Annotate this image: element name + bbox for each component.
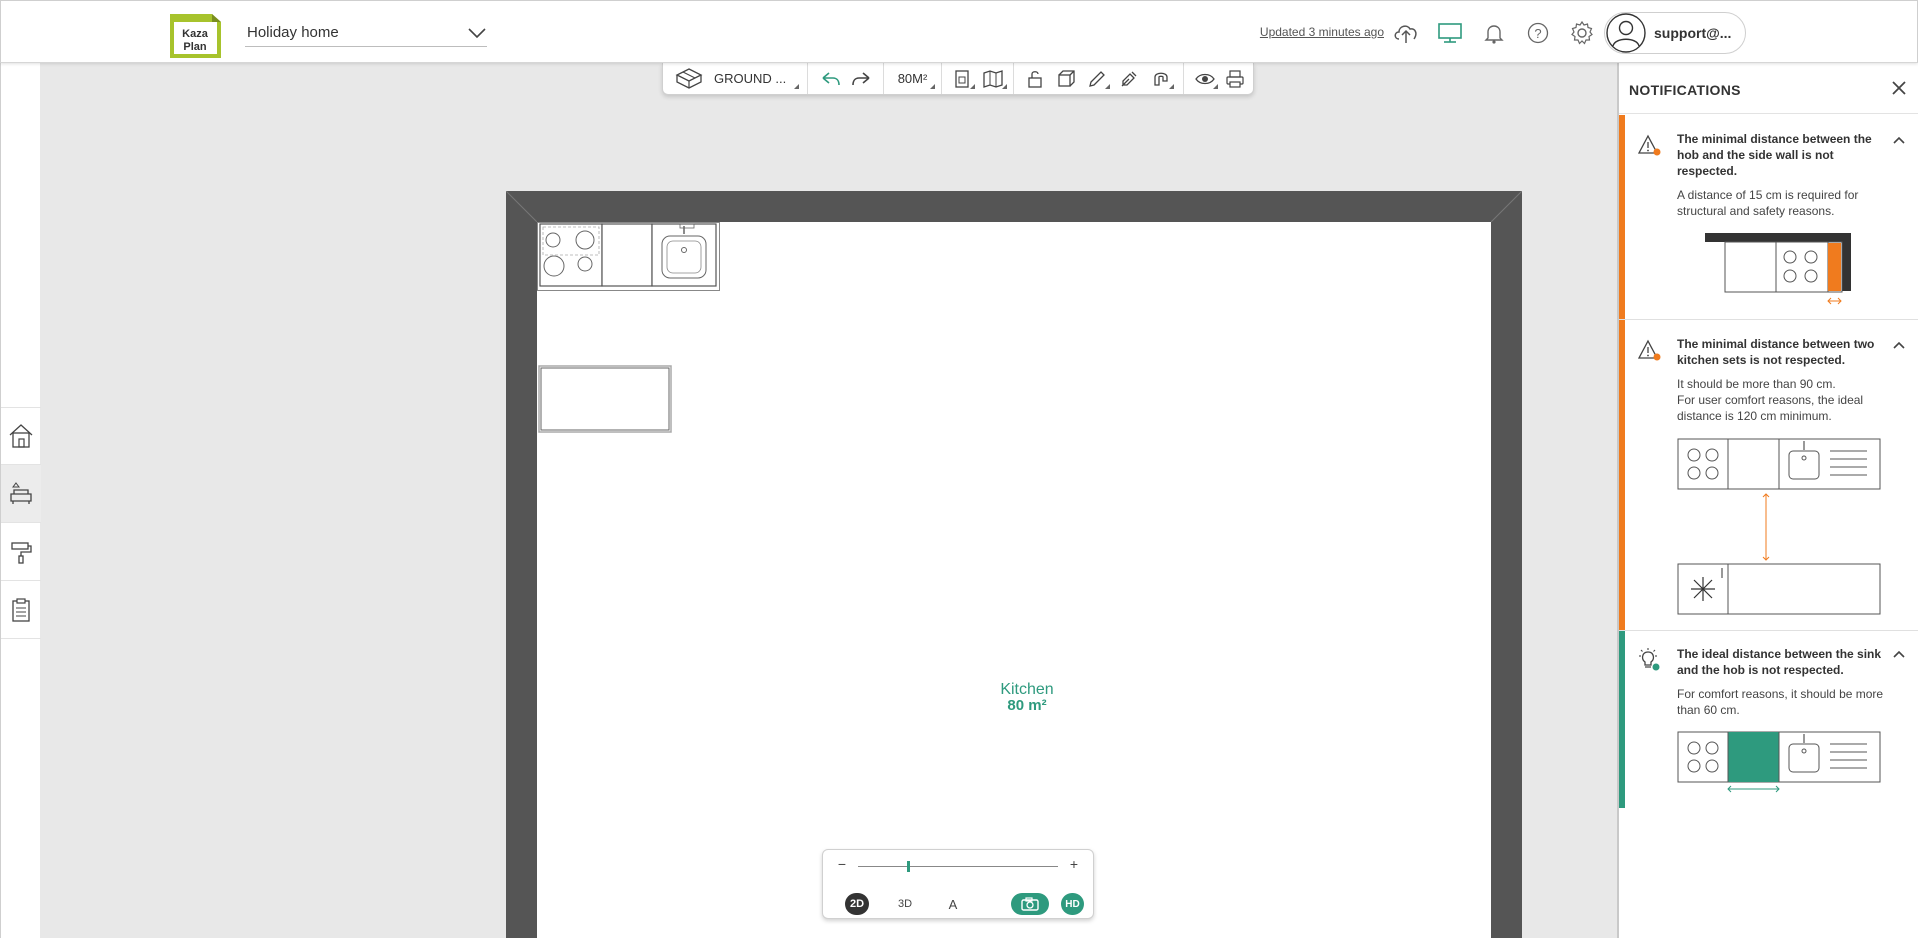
cube-icon [1058,69,1075,87]
map-icon [982,69,1003,88]
undo-button[interactable] [814,65,846,93]
notification-title: The minimal distance between two kitchen… [1677,337,1875,367]
area-button[interactable]: 80M² [890,65,935,93]
sofa-icon [10,481,32,504]
bell-icon[interactable] [1480,19,1508,47]
notification-item[interactable]: The minimal distance between the hob and… [1619,115,1918,320]
chevron-up-icon[interactable] [1892,649,1906,659]
zoom-out-button[interactable]: − [835,856,849,872]
map-button[interactable] [977,65,1009,93]
updated-link[interactable]: Updated 3 minutes ago [1260,25,1384,39]
wall-corner-right [1491,191,1522,222]
lock-button[interactable] [1021,65,1049,93]
notification-item[interactable]: The minimal distance between two kitchen… [1619,320,1918,631]
notification-title: The ideal distance between the sink and … [1677,647,1882,677]
close-icon[interactable] [1890,79,1908,97]
redo-icon [851,71,870,85]
svg-text:Kaza: Kaza [182,28,209,40]
zoom-in-button[interactable]: + [1067,856,1081,872]
sink-hob-illustration [1677,731,1881,793]
display-icon[interactable] [1436,19,1464,47]
view-controls: − + 2D 3D A HD [822,849,1094,919]
magnet-icon [1154,72,1168,86]
kitchen-unit-row[interactable] [537,222,721,292]
notifications-header: NOTIFICATIONS [1619,63,1918,114]
kitchen-sets-illustration [1677,438,1881,615]
printer-icon [1226,69,1244,88]
chevron-up-icon[interactable] [1892,340,1906,350]
left-rail [0,63,41,938]
paint-roller-icon [11,541,32,564]
house-icon [9,424,33,448]
clipboard-icon [12,597,30,622]
area-label: 80M² [897,71,928,86]
warning-indicator [1619,115,1625,319]
floor-plan-icon [675,67,703,89]
notification-body: It should be more than 90 cm. For user c… [1677,377,1864,423]
warning-icon [1637,134,1661,156]
warning-indicator [1619,320,1625,630]
svg-text:?: ? [1534,26,1541,41]
kitchen-island[interactable] [538,365,672,433]
notification-body: A distance of 15 cm is required for stru… [1677,188,1859,218]
view-2d-button[interactable]: 2D [845,893,869,915]
hob-wall-illustration [1705,233,1851,305]
print-button[interactable] [1220,65,1250,93]
room-floor[interactable] [537,222,1491,938]
hd-render-button[interactable]: HD [1061,893,1084,915]
unlock-icon [1028,70,1042,88]
pipette-button[interactable] [1114,65,1144,93]
document-icon [954,69,969,88]
zoom-slider-handle[interactable] [907,861,910,872]
rail-item-structure[interactable] [1,407,41,465]
notification-title: The minimal distance between the hob and… [1677,132,1872,178]
chevron-down-icon [468,27,486,38]
rail-item-decoration[interactable] [1,523,41,581]
top-toolbar: GROUND ... 80M² [662,63,1254,95]
annotation-button[interactable]: A [941,893,965,915]
eye-icon [1195,73,1215,84]
notification-body: For comfort reasons, it should be more t… [1677,687,1884,717]
magnet-button[interactable] [1146,65,1176,93]
user-icon [1606,13,1646,53]
pencil-button[interactable] [1082,65,1112,93]
cube-button[interactable] [1051,65,1081,93]
notification-item[interactable]: The ideal distance between the sink and … [1619,631,1918,808]
notifications-panel: NOTIFICATIONS The minimal distance betwe… [1617,63,1918,938]
rail-item-furniture[interactable] [1,465,41,523]
svg-text:Plan: Plan [183,41,207,53]
undo-icon [821,71,840,85]
pipette-icon [1121,71,1137,86]
document-button[interactable] [947,65,977,93]
chevron-up-icon[interactable] [1892,135,1906,145]
visibility-button[interactable] [1190,65,1220,93]
pencil-icon [1089,70,1106,87]
tip-indicator [1619,631,1625,808]
view-3d-button[interactable]: 3D [893,893,917,915]
project-name: Holiday home [247,24,339,41]
room-area: 80 m² [1007,697,1047,714]
zoom-slider-track[interactable] [858,866,1058,867]
user-menu-button[interactable]: support@... [1604,12,1746,54]
notifications-title: NOTIFICATIONS [1629,82,1741,98]
plan-canvas[interactable]: Kitchen 80 m² [40,63,1617,938]
wall-corner-left [506,191,537,222]
redo-button[interactable] [846,65,878,93]
room-label[interactable]: Kitchen 80 m² [960,681,1094,714]
cloud-upload-icon[interactable] [1392,19,1420,47]
user-name: support@... [1654,25,1732,41]
level-select[interactable]: GROUND ... [669,65,801,93]
app-header: Kaza Plan Holiday home Updated 3 minutes… [0,0,1918,63]
warning-icon [1637,339,1661,361]
room-name: Kitchen [1000,681,1054,698]
camera-icon [1021,897,1039,911]
project-select[interactable]: Holiday home [245,19,487,47]
lightbulb-icon [1639,648,1660,671]
help-icon[interactable]: ? [1524,19,1552,47]
gear-icon[interactable] [1568,19,1596,47]
screenshot-button[interactable] [1011,893,1049,915]
kazaplan-logo[interactable]: Kaza Plan [168,8,225,59]
rail-item-list[interactable] [1,581,41,639]
level-label: GROUND ... [714,71,787,86]
